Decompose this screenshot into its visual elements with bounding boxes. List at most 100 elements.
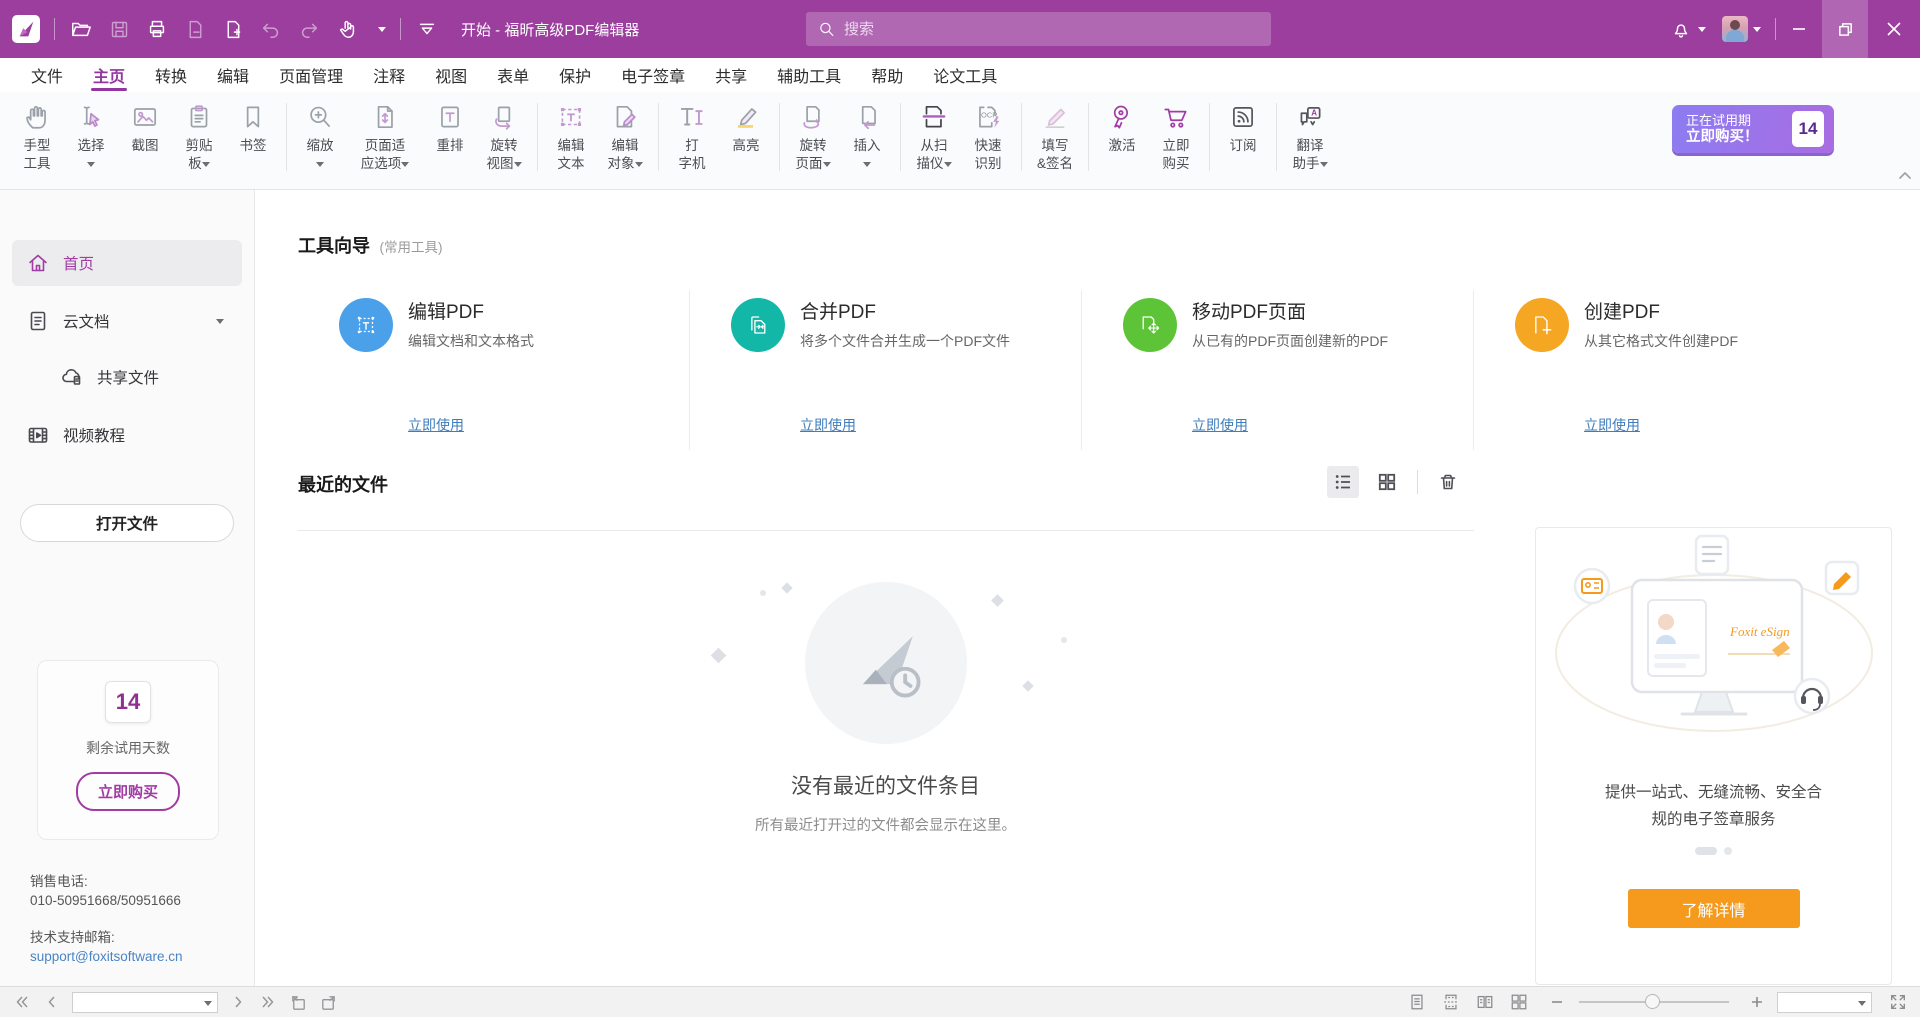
fullscreen-icon[interactable] bbox=[1888, 992, 1908, 1012]
single-page-view-icon[interactable] bbox=[1407, 992, 1427, 1012]
user-avatar[interactable] bbox=[1722, 16, 1748, 42]
minimize-button[interactable] bbox=[1776, 0, 1822, 58]
collapse-ribbon-icon[interactable] bbox=[415, 17, 439, 41]
clear-recent-trash-button[interactable] bbox=[1432, 466, 1464, 498]
zoom-in-icon[interactable] bbox=[1747, 992, 1767, 1012]
previous-view-icon[interactable] bbox=[288, 992, 308, 1012]
page-combo-caret-icon[interactable] bbox=[204, 1001, 212, 1006]
menu-esign[interactable]: 电子签章 bbox=[606, 58, 700, 92]
print-icon[interactable] bbox=[145, 17, 169, 41]
toolbar-quick-ocr[interactable]: OCR 快速识别 bbox=[961, 100, 1015, 173]
card-edit-pdf[interactable]: 编辑PDF 编辑文档和文本格式 立即使用 bbox=[298, 290, 690, 450]
menu-edit[interactable]: 编辑 bbox=[202, 58, 264, 92]
next-view-icon[interactable] bbox=[318, 992, 338, 1012]
new-document-icon[interactable] bbox=[221, 17, 245, 41]
open-file-icon[interactable] bbox=[69, 17, 93, 41]
close-button[interactable] bbox=[1868, 0, 1920, 58]
use-now-link[interactable]: 立即使用 bbox=[800, 415, 856, 435]
list-view-button[interactable] bbox=[1327, 466, 1359, 498]
card-merge-pdf[interactable]: 合并PDF 将多个文件合并生成一个PDF文件 立即使用 bbox=[690, 290, 1082, 450]
toolbar-highlight[interactable]: 高亮 bbox=[719, 100, 773, 155]
restore-window-button[interactable] bbox=[1822, 0, 1868, 58]
zoom-slider[interactable] bbox=[1579, 1001, 1729, 1003]
toolbar-page-fit[interactable]: 页面适应选项 bbox=[347, 100, 423, 173]
toolbar-insert-pages[interactable]: 插入 bbox=[840, 100, 894, 173]
first-page-icon[interactable] bbox=[12, 992, 32, 1012]
toolbar-zoom[interactable]: 缩放 bbox=[293, 100, 347, 173]
delete-page-icon[interactable] bbox=[183, 17, 207, 41]
menu-paper-tools[interactable]: 论文工具 bbox=[918, 58, 1012, 92]
sidebar-item-shared-files[interactable]: 共享文件 bbox=[12, 354, 242, 400]
menu-page-organize[interactable]: 页面管理 bbox=[264, 58, 358, 92]
toolbar-activate[interactable]: 激活 bbox=[1095, 100, 1149, 155]
facing-continuous-view-icon[interactable] bbox=[1509, 992, 1529, 1012]
card-create-pdf[interactable]: 创建PDF 从其它格式文件创建PDF 立即使用 bbox=[1474, 290, 1865, 450]
last-page-icon[interactable] bbox=[258, 992, 278, 1012]
zoom-out-icon[interactable] bbox=[1547, 992, 1567, 1012]
toolbar-hand-tool[interactable]: 手型工具 bbox=[10, 100, 64, 173]
notification-bell-icon[interactable] bbox=[1669, 17, 1693, 41]
carousel-dot[interactable] bbox=[1724, 847, 1732, 855]
next-page-icon[interactable] bbox=[228, 992, 248, 1012]
toolbar-from-scanner[interactable]: 从扫描仪 bbox=[907, 100, 961, 173]
menu-view[interactable]: 视图 bbox=[420, 58, 482, 92]
zoom-level-combo[interactable] bbox=[1777, 992, 1872, 1013]
trial-purchase-badge[interactable]: 正在试用期 立即购买！ 14 bbox=[1672, 105, 1834, 153]
menu-accessibility[interactable]: 辅助工具 bbox=[762, 58, 856, 92]
use-now-link[interactable]: 立即使用 bbox=[1192, 415, 1248, 435]
toolbar-typewriter[interactable]: 打字机 bbox=[665, 100, 719, 173]
touch-mode-caret-icon[interactable] bbox=[378, 27, 386, 32]
menu-form[interactable]: 表单 bbox=[482, 58, 544, 92]
menu-comment[interactable]: 注释 bbox=[358, 58, 420, 92]
expand-caret-icon[interactable] bbox=[216, 319, 224, 324]
toolbar-fill-sign[interactable]: 填写&签名 bbox=[1028, 100, 1082, 173]
undo-icon[interactable] bbox=[259, 17, 283, 41]
toolbar-select[interactable]: 选择 bbox=[64, 100, 118, 173]
search-input[interactable] bbox=[844, 21, 1259, 38]
touch-mode-icon[interactable] bbox=[335, 17, 359, 41]
use-now-link[interactable]: 立即使用 bbox=[408, 415, 464, 435]
account-caret-icon[interactable] bbox=[1753, 27, 1761, 32]
zoom-combo-caret-icon[interactable] bbox=[1858, 1001, 1866, 1006]
sidebar-item-video-tutorials[interactable]: 视频教程 bbox=[12, 412, 242, 458]
sidebar-item-cloud-docs[interactable]: 云文档 bbox=[12, 298, 242, 344]
menu-protect[interactable]: 保护 bbox=[544, 58, 606, 92]
toolbar-buy-now[interactable]: 立即购买 bbox=[1149, 100, 1203, 173]
grid-view-button[interactable] bbox=[1371, 466, 1403, 498]
search-box[interactable] bbox=[806, 12, 1271, 46]
menu-home[interactable]: 主页 bbox=[78, 58, 140, 92]
buy-now-button[interactable]: 立即购买 bbox=[76, 772, 180, 811]
toolbar-clipboard[interactable]: 剪贴板 bbox=[172, 100, 226, 173]
toolbar-translate-assistant[interactable]: A 翻译助手 bbox=[1283, 100, 1337, 173]
facing-view-icon[interactable] bbox=[1475, 992, 1495, 1012]
menu-share[interactable]: 共享 bbox=[700, 58, 762, 92]
zoom-slider-thumb[interactable] bbox=[1645, 994, 1660, 1009]
carousel-dot-active[interactable] bbox=[1695, 847, 1717, 855]
support-email-link[interactable]: support@foxitsoftware.cn bbox=[30, 947, 183, 966]
save-icon[interactable] bbox=[107, 17, 131, 41]
page-number-input[interactable] bbox=[73, 993, 217, 1012]
menu-file[interactable]: 文件 bbox=[16, 58, 78, 92]
notification-caret-icon[interactable] bbox=[1698, 27, 1706, 32]
toolbar-rotate-pages[interactable]: 旋转页面 bbox=[786, 100, 840, 173]
collapse-toolbar-icon[interactable] bbox=[1898, 167, 1912, 185]
toolbar-edit-text[interactable]: 编辑文本 bbox=[544, 100, 598, 173]
menu-help[interactable]: 帮助 bbox=[856, 58, 918, 92]
redo-icon[interactable] bbox=[297, 17, 321, 41]
continuous-view-icon[interactable] bbox=[1441, 992, 1461, 1012]
toolbar-subscribe[interactable]: 订阅 bbox=[1216, 100, 1270, 155]
use-now-link[interactable]: 立即使用 bbox=[1584, 415, 1640, 435]
esign-promo-panel: Foxit eSign 提供一站式、无缝流畅、安全合 规的电子签章服务 bbox=[1535, 527, 1892, 985]
previous-page-icon[interactable] bbox=[42, 992, 62, 1012]
page-number-combo[interactable] bbox=[72, 992, 218, 1013]
sidebar-item-home[interactable]: 首页 bbox=[12, 240, 242, 286]
open-file-button[interactable]: 打开文件 bbox=[20, 504, 234, 542]
toolbar-edit-object[interactable]: 编辑对象 bbox=[598, 100, 652, 173]
menu-convert[interactable]: 转换 bbox=[140, 58, 202, 92]
toolbar-snapshot[interactable]: 截图 bbox=[118, 100, 172, 155]
learn-more-button[interactable]: 了解详情 bbox=[1628, 889, 1800, 928]
toolbar-bookmark[interactable]: 书签 bbox=[226, 100, 280, 155]
toolbar-rotate-view[interactable]: 旋转视图 bbox=[477, 100, 531, 173]
toolbar-reflow[interactable]: 重排 bbox=[423, 100, 477, 155]
card-move-pdf-pages[interactable]: 移动PDF页面 从已有的PDF页面创建新的PDF 立即使用 bbox=[1082, 290, 1474, 450]
